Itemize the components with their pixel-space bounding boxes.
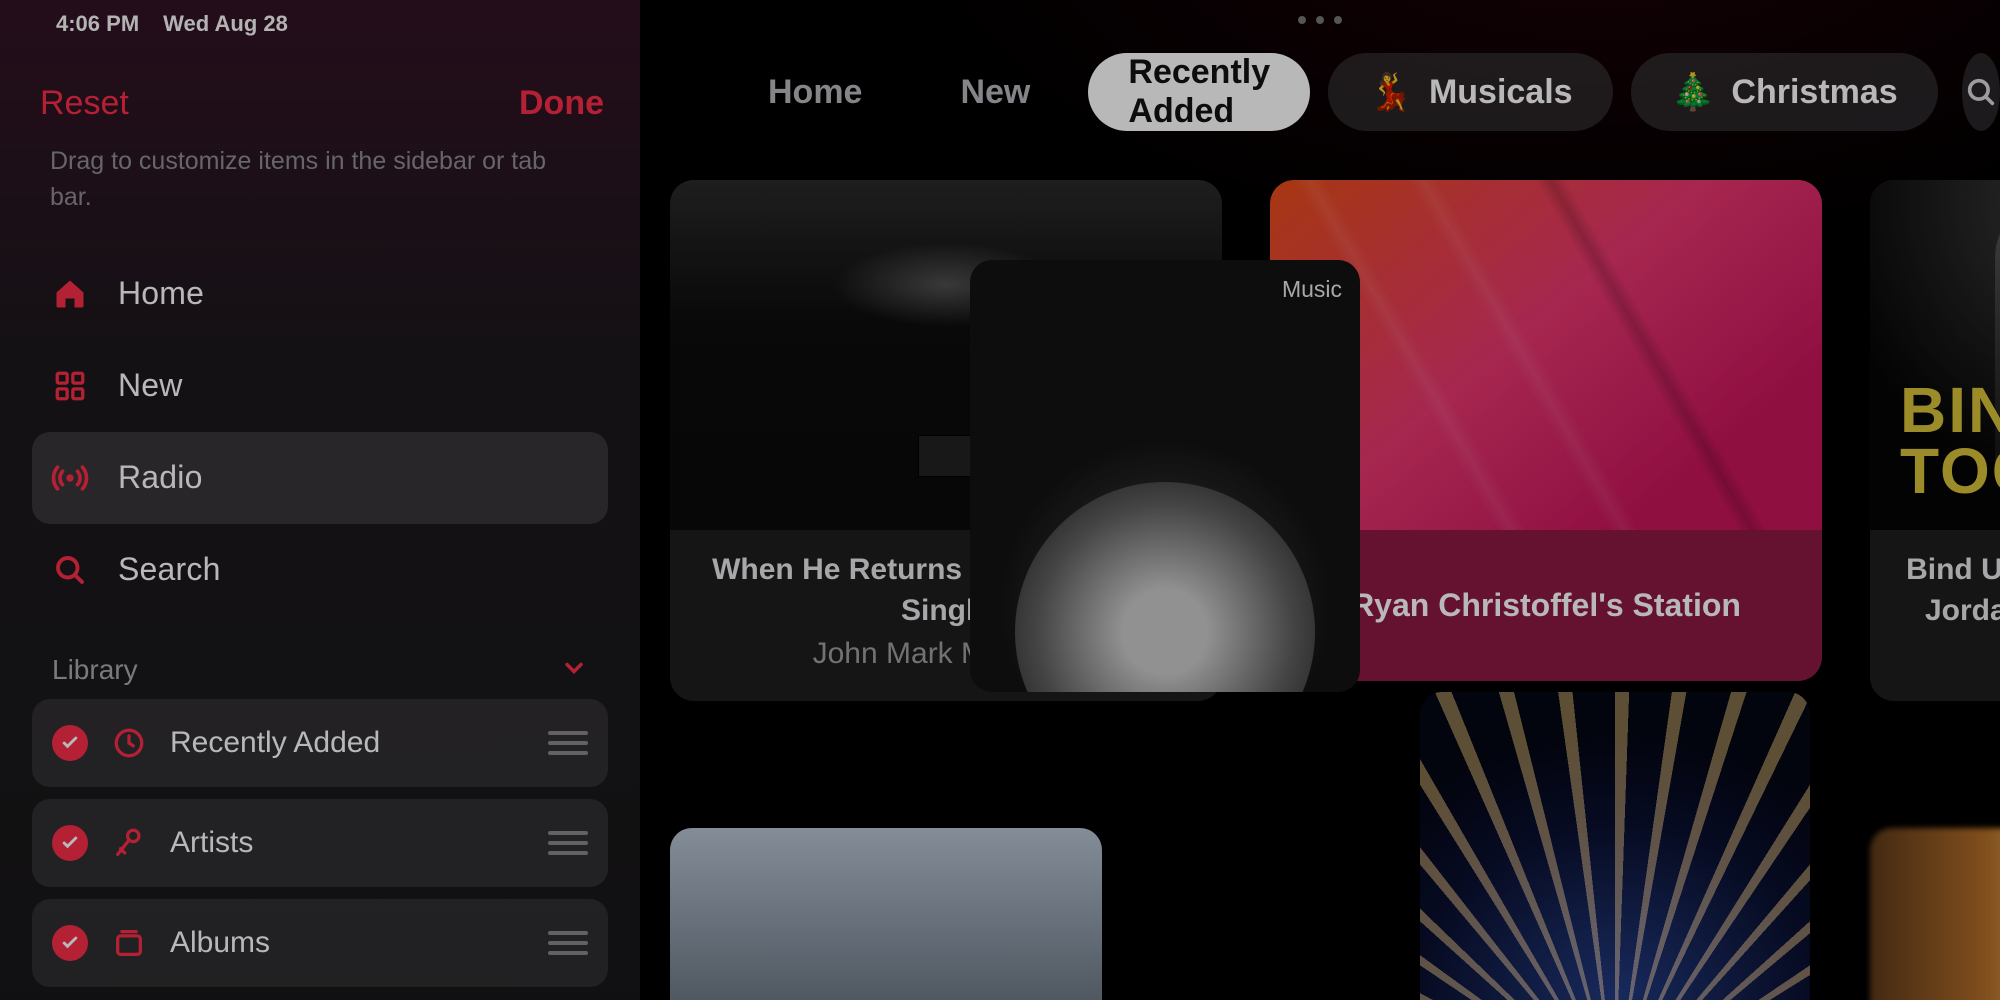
tab-label: Christmas	[1731, 73, 1897, 112]
reset-button[interactable]: Reset	[40, 84, 129, 123]
drag-handle-icon[interactable]	[548, 931, 588, 955]
tab-home[interactable]: Home	[728, 53, 902, 131]
status-time: 4:06 PM	[56, 11, 139, 37]
clock-icon	[110, 724, 148, 762]
library-item-label: Artists	[170, 826, 526, 860]
tab-christmas[interactable]: 🎄 Christmas	[1631, 53, 1938, 131]
chevron-down-icon	[560, 654, 588, 687]
sidebar-item-label: New	[118, 367, 183, 404]
tab-label: Musicals	[1429, 73, 1573, 112]
playlist-card[interactable]	[670, 828, 1102, 1000]
sidebar-hint: Drag to customize items in the sidebar o…	[0, 131, 640, 240]
search-icon	[1964, 75, 1998, 109]
albums-icon	[110, 924, 148, 962]
search-icon	[50, 550, 90, 590]
done-button[interactable]: Done	[519, 84, 604, 123]
sidebar-item-label: Search	[118, 551, 221, 588]
playlist-card[interactable]	[1420, 692, 1810, 1000]
sidebar-item-label: Radio	[118, 459, 203, 496]
tab-recently-added[interactable]: Recently Added	[1088, 53, 1310, 131]
dancer-icon: 💃	[1368, 71, 1413, 113]
album-meta: Bind Us Together (feat. Jordan & Savanna…	[1870, 530, 2000, 701]
sidebar-nav-list: Home New Radio Search	[0, 240, 640, 624]
tree-icon: 🎄	[1671, 71, 1716, 113]
mic-icon	[110, 824, 148, 862]
library-title: Library	[52, 654, 138, 686]
library-list: Recently Added Artists Albums	[0, 699, 640, 947]
sidebar-item-home[interactable]: Home	[32, 248, 608, 340]
sidebar-item-label: Home	[118, 275, 204, 312]
playlist-card[interactable]: Music	[970, 260, 1360, 692]
check-icon[interactable]	[52, 825, 88, 861]
grid-icon	[50, 366, 90, 406]
main-content: Home New Recently Added 💃 Musicals 🎄 Chr…	[640, 0, 2000, 1000]
status-bar: 4:06 PM Wed Aug 28	[0, 0, 344, 48]
library-item-recently-added[interactable]: Recently Added	[32, 699, 608, 787]
window-handle-icon[interactable]	[1298, 16, 1342, 24]
drag-handle-icon[interactable]	[548, 731, 588, 755]
library-item-label: Recently Added	[170, 726, 526, 760]
album-art: BINDTOGE	[1870, 180, 2000, 530]
sidebar-item-radio[interactable]: Radio	[32, 432, 608, 524]
library-item-artists[interactable]: Artists	[32, 799, 608, 887]
sidebar-edit-panel: Reset Done Drag to customize items in th…	[0, 0, 640, 1000]
sidebar-header: Reset Done	[0, 60, 640, 131]
library-item-albums[interactable]: Albums	[32, 899, 608, 987]
station-title: Ryan Christoffel's Station	[1286, 584, 1806, 627]
library-item-label: Albums	[170, 926, 526, 960]
apple-music-badge: Music	[1282, 276, 1342, 303]
status-date: Wed Aug 28	[163, 11, 288, 37]
sidebar-item-search[interactable]: Search	[32, 524, 608, 616]
tab-bar: Home New Recently Added 💃 Musicals 🎄 Chr…	[728, 52, 2000, 132]
album-artist: The	[1886, 637, 2000, 671]
drag-handle-icon[interactable]	[548, 831, 588, 855]
album-card[interactable]: BINDTOGE Bind Us Together (feat. Jordan …	[1870, 180, 2000, 701]
playlist-card[interactable]	[1870, 828, 2000, 1000]
tab-musicals[interactable]: 💃 Musicals	[1328, 53, 1612, 131]
library-section-header[interactable]: Library	[0, 624, 640, 699]
home-icon	[50, 274, 90, 314]
sidebar-item-new[interactable]: New	[32, 340, 608, 432]
tab-new[interactable]: New	[920, 53, 1070, 131]
search-button[interactable]	[1962, 53, 2000, 131]
check-icon[interactable]	[52, 925, 88, 961]
check-icon[interactable]	[52, 725, 88, 761]
radio-icon	[50, 458, 90, 498]
album-art-text: BINDTOGE	[1900, 380, 2000, 502]
album-title: Bind Us Together (feat. Jordan & Savanna…	[1886, 550, 2000, 631]
